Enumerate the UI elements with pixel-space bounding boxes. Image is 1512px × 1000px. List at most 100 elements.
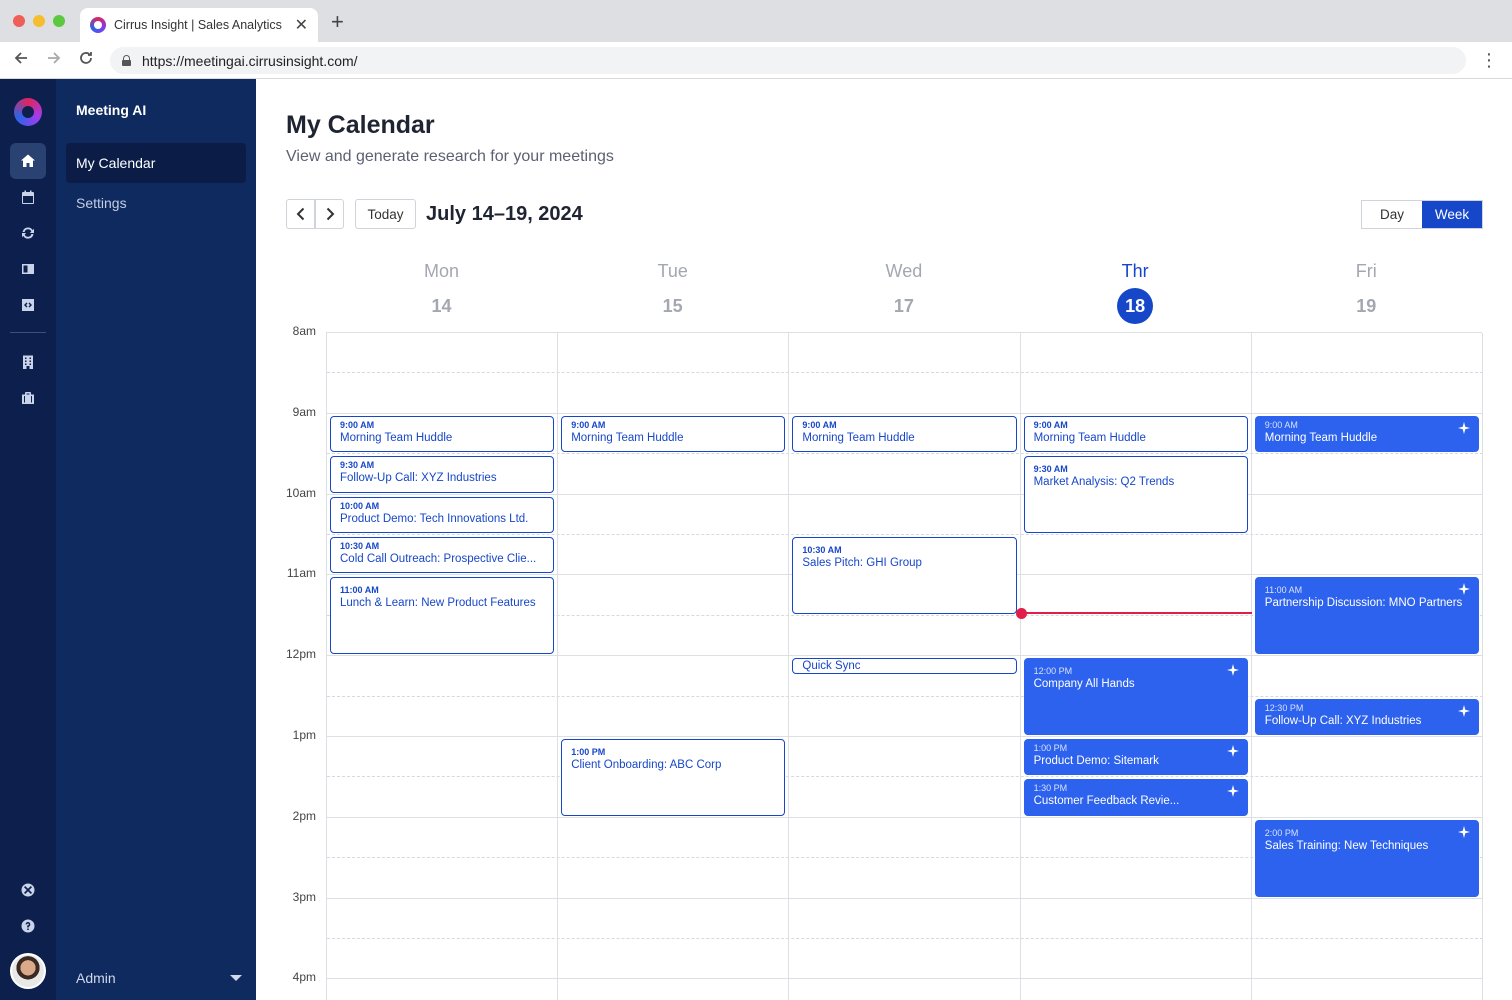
calendar-event[interactable]: 1:30 PM Customer Feedback Revie... [1023, 779, 1248, 816]
event-title: Sales Pitch: GHI Group [802, 557, 922, 569]
next-week-button[interactable] [315, 199, 344, 229]
calendar-event[interactable]: Quick Sync [792, 658, 1017, 675]
browser-menu-icon[interactable]: ⋮ [1480, 50, 1498, 70]
window-close-control[interactable] [13, 15, 25, 27]
calendar-event[interactable]: 12:00 PM Company All Hands [1023, 658, 1248, 735]
event-time: 11:00 AM [1264, 585, 1303, 596]
sidebar-item-settings[interactable]: Settings [66, 183, 246, 223]
event-title: Product Demo: Tech Innovations Ltd. [340, 512, 529, 525]
xray-icon[interactable] [10, 872, 46, 908]
ai-sparkle-icon [1457, 825, 1470, 838]
code-icon[interactable] [10, 287, 46, 323]
calendar-event[interactable]: 10:30 AM Sales Pitch: GHI Group [792, 537, 1017, 614]
event-time: 9:00 AM [340, 419, 375, 430]
calendar-event[interactable]: 9:00 AM Morning Team Huddle [561, 415, 786, 453]
event-time: 2:00 PM [1264, 827, 1299, 838]
day-number: 17 [893, 296, 914, 316]
sync-icon[interactable] [10, 215, 46, 251]
building-icon[interactable] [10, 344, 46, 380]
browser-tab[interactable]: Cirrus Insight | Sales Analytics ✕ [80, 8, 318, 42]
forward-icon[interactable] [46, 50, 62, 70]
calendar-event[interactable]: 9:00 AM Morning Team Huddle [1254, 415, 1479, 453]
calendar-event[interactable]: 10:00 AM Product Demo: Tech Innovations L… [330, 496, 555, 533]
hour-gridline [327, 978, 1483, 980]
day-header-mon[interactable]: Mon 14 [326, 261, 557, 324]
event-title: Morning Team Huddle [571, 431, 684, 444]
icon-rail [0, 79, 56, 1000]
app-sidebar: Meeting AI My Calendar Settings Admin [56, 79, 256, 1000]
previous-week-button[interactable] [286, 199, 315, 229]
hour-label: 4pm [292, 970, 316, 985]
ai-sparkle-icon [1457, 582, 1470, 596]
event-time: 9:30 AM [1033, 464, 1068, 475]
calendar-event[interactable]: 9:00 AM Morning Team Huddle [1023, 415, 1248, 453]
half-hour-gridline [327, 453, 1483, 455]
day-view-button[interactable]: Day [1362, 201, 1422, 228]
chevron-left-icon [296, 207, 304, 221]
current-time-line [1020, 612, 1252, 615]
page-subtitle: View and generate research for your meet… [286, 148, 614, 165]
day-number: 14 [431, 296, 452, 316]
day-name: Tue [657, 261, 688, 281]
today-button[interactable]: Today [355, 199, 416, 229]
calendar-event[interactable]: 1:00 PM Client Onboarding: ABC Corp [561, 739, 786, 816]
event-title: Follow-Up Call: XYZ Industries [1264, 714, 1422, 727]
day-name: Fri [1355, 261, 1377, 281]
day-number: 18 [1117, 288, 1154, 324]
calendar-event[interactable]: 9:30 AM Follow-Up Call: XYZ Industries [330, 456, 555, 493]
window-minimize-control[interactable] [33, 15, 45, 27]
day-header-thr[interactable]: Thr 18 [1020, 261, 1251, 324]
hour-gridline [327, 816, 1483, 818]
calendar-event[interactable]: 9:30 AM Market Analysis: Q2 Trends [1023, 456, 1248, 533]
day-name: Thr [1121, 261, 1149, 281]
calendar-event[interactable]: 10:30 AM Cold Call Outreach: Prospective … [330, 537, 555, 574]
new-tab-icon[interactable]: + [331, 11, 344, 33]
day-column-divider [788, 333, 790, 1000]
window-zoom-control[interactable] [53, 15, 65, 27]
event-time: 9:00 AM [1264, 419, 1298, 430]
ai-sparkle-icon [1226, 744, 1239, 757]
calendar-event[interactable]: 9:00 AM Morning Team Huddle [792, 415, 1017, 453]
event-time: 9:00 AM [571, 419, 606, 430]
address-bar[interactable]: https://meetingai.cirrusinsight.com/ [110, 47, 1466, 74]
cirrus-logo-icon [90, 17, 106, 33]
event-title: Quick Sync [802, 660, 861, 673]
home-icon[interactable] [10, 143, 46, 179]
hour-label: 11am [286, 566, 316, 581]
day-header-tue[interactable]: Tue 15 [557, 261, 788, 324]
calendar-icon[interactable] [10, 179, 46, 215]
user-menu[interactable]: Admin [76, 970, 242, 986]
event-title: Morning Team Huddle [1264, 431, 1378, 444]
event-time: 10:30 AM [340, 541, 380, 551]
day-column-divider [1250, 333, 1252, 1000]
browser-tab-strip: Cirrus Insight | Sales Analytics ✕ + [0, 0, 1512, 42]
briefcase-icon[interactable] [10, 380, 46, 416]
back-icon[interactable] [13, 50, 29, 70]
event-time: 11:00 AM [340, 585, 379, 596]
week-view-button[interactable]: Week [1422, 201, 1482, 228]
day-header-fri[interactable]: Fri 19 [1251, 261, 1482, 324]
day-header-wed[interactable]: Wed 17 [788, 261, 1019, 324]
sidebar-item-my-calendar[interactable]: My Calendar [66, 143, 246, 183]
event-title: Sales Training: New Techniques [1264, 839, 1429, 852]
tab-close-icon[interactable]: ✕ [295, 15, 308, 35]
ai-sparkle-icon [1226, 784, 1239, 798]
week-grid[interactable]: 9:00 AM Morning Team Huddle 9:30 AM Follow-… [326, 332, 1483, 1000]
view-toggle: Day Week [1361, 200, 1483, 229]
event-time: 1:00 PM [571, 747, 606, 757]
calendar-event[interactable]: 1:00 PM Product Demo: Sitemark [1023, 739, 1248, 776]
day-column-divider [1482, 333, 1483, 1000]
calendar-event[interactable]: 11:00 AM Lunch & Learn: New Product Featu… [330, 577, 555, 655]
reload-icon[interactable] [78, 50, 94, 70]
calendar-event[interactable]: 2:00 PM Sales Training: New Techniques [1254, 819, 1479, 897]
user-avatar[interactable] [10, 953, 46, 989]
calendar-event[interactable]: 9:00 AM Morning Team Huddle [330, 415, 555, 453]
book-icon[interactable] [10, 251, 46, 287]
event-title: Product Demo: Sitemark [1033, 755, 1159, 767]
calendar-event[interactable]: 11:00 AM Partnership Discussion: MNO Part… [1254, 577, 1479, 655]
help-icon[interactable] [10, 908, 46, 944]
chevron-down-icon [230, 975, 242, 981]
half-hour-gridline [327, 372, 1483, 374]
hour-label: 12pm [286, 647, 317, 662]
calendar-event[interactable]: 12:30 PM Follow-Up Call: XYZ Industries [1254, 698, 1479, 735]
